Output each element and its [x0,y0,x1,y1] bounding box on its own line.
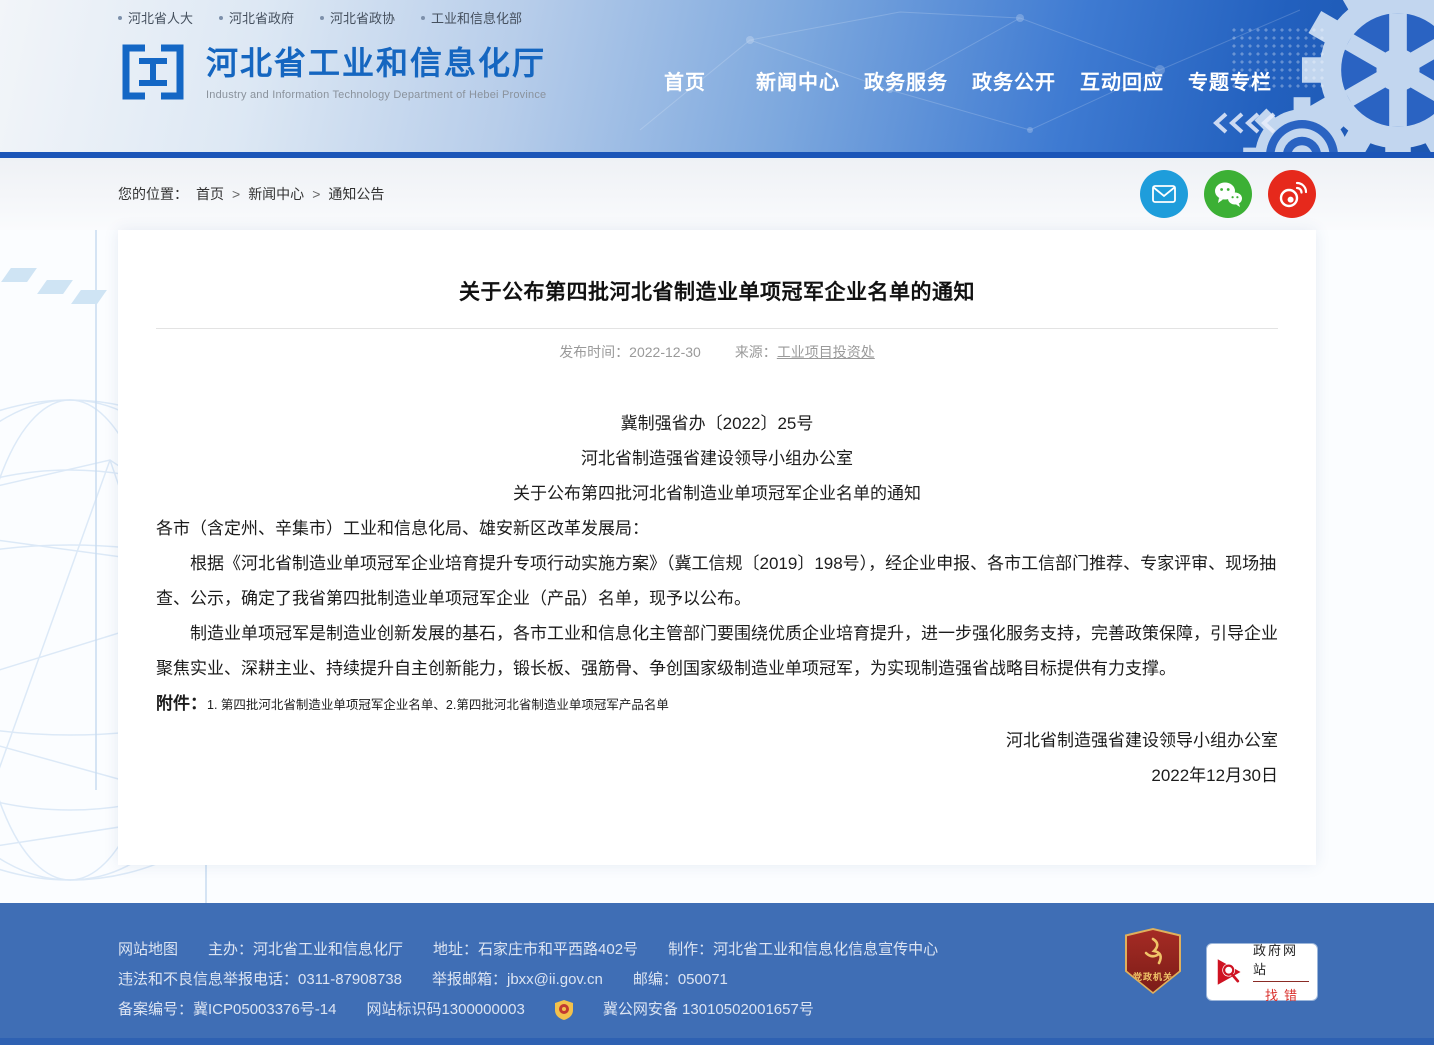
attachment-label: 附件： [156,694,207,713]
source-link[interactable]: 工业项目投资处 [777,344,875,360]
breadcrumb-separator: > [232,186,240,202]
watermark-diamond [71,290,107,304]
error-report-line1: 政府网站 [1253,940,1309,978]
footer-icp: 备案编号：冀ICP05003376号-14 [118,995,336,1025]
bullet-icon [320,16,324,20]
footer-line-1: 网站地图 主办：河北省工业和信息化厅 地址：石家庄市和平西路402号 制作：河北… [118,935,968,965]
weibo-share-button[interactable] [1268,170,1316,218]
bullet-icon [421,16,425,20]
brand-text: 河北省工业和信息化厅 Industry and Information Tech… [206,40,546,101]
top-link-label: 工业和信息化部 [431,8,522,27]
notice-article-card: 关于公布第四批河北省制造业单项冠军企业名单的通知 发布时间：2022-12-30… [118,230,1316,865]
bottom-strip [0,1038,1434,1045]
nav-topics[interactable]: 专题专栏 [1188,66,1272,95]
party-badge-label: 党政机关 [1127,970,1179,983]
error-report-magnifier-icon [1215,955,1246,989]
error-report-text: 政府网站 找错 [1253,940,1309,1004]
error-report-line2: 找错 [1265,985,1303,1004]
page-body: 关于公布第四批河北省制造业单项冠军企业名单的通知 发布时间：2022-12-30… [0,230,1434,903]
doc-salutation: 各市（含定州、辛集市）工业和信息化局、雄安新区改革发展局： [156,511,1278,546]
attachment-links[interactable]: 1. 第四批河北省制造业单项冠军企业名单、2.第四批河北省制造业单项冠军产品名单 [207,698,669,712]
site-title: 河北省工业和信息化厅 [206,46,546,81]
watermark-diamond [1,268,37,282]
nav-services[interactable]: 政务服务 [864,66,948,95]
party-government-badge: 党政机关 [1125,928,1181,994]
police-badge-icon [555,1000,573,1020]
site-footer: 网站地图 主办：河北省工业和信息化厅 地址：石家庄市和平西路402号 制作：河北… [0,903,1434,1038]
footer-report-email: 举报邮箱：jbxx@ii.gov.cn [432,965,603,995]
chevron-arrows-decoration [1212,112,1284,134]
top-link-label: 河北省政府 [229,8,294,27]
site-brand: 河北省工业和信息化厅 Industry and Information Tech… [118,40,546,104]
signature: 河北省制造强省建设领导小组办公室 [156,723,1278,758]
footer-site-code: 网站标识码1300000003 [366,995,524,1025]
footer-host: 主办：河北省工业和信息化厅 [208,935,403,965]
breadcrumb-separator: > [312,186,320,202]
watermark-line [95,230,97,790]
attachment-line: 附件：1. 第四批河北省制造业单项冠军企业名单、2.第四批河北省制造业单项冠军产… [156,686,1278,723]
top-link-label: 河北省政协 [330,8,395,27]
top-links-bar: 河北省人大 河北省政府 河北省政协 工业和信息化部 [118,8,522,27]
footer-report-phone: 违法和不良信息举报电话：0311-87908738 [118,965,402,995]
main-nav: 首页 新闻中心 政务服务 政务公开 互动回应 专题专栏 [664,66,1272,95]
site-subtitle: Industry and Information Technology Depa… [206,89,546,101]
breadcrumb-row: 您的位置： 首页 > 新闻中心 > 通知公告 [0,158,1434,230]
party-emblem-icon [1138,936,1168,966]
mail-icon [1150,180,1178,208]
breadcrumb-notices[interactable]: 通知公告 [328,184,384,204]
nav-disclosure[interactable]: 政务公开 [972,66,1056,95]
party-government-badge-inner: 党政机关 [1127,930,1179,992]
nav-home[interactable]: 首页 [664,66,706,95]
top-link-zhengfu[interactable]: 河北省政府 [219,8,294,27]
footer-info: 网站地图 主办：河北省工业和信息化厅 地址：石家庄市和平西路402号 制作：河北… [118,935,968,1025]
mail-share-button[interactable] [1140,170,1188,218]
breadcrumb-home[interactable]: 首页 [196,184,224,204]
bullet-icon [118,16,122,20]
watermark-diamond [37,280,73,294]
footer-producer: 制作：河北省工业和信息化信息宣传中心 [668,935,938,965]
footer-line-3: 备案编号：冀ICP05003376号-14 网站标识码1300000003 冀公… [118,995,968,1025]
publish-date: 发布时间：2022-12-30 [559,344,701,360]
footer-address: 地址：石家庄市和平西路402号 [433,935,638,965]
doc-paragraph: 制造业单项冠军是制造业创新发展的基石，各市工业和信息化主管部门要围绕优质企业培育… [156,616,1278,686]
error-report-divider [1253,981,1309,982]
top-link-label: 河北省人大 [128,8,193,27]
police-record-link[interactable]: 冀公网安备 13010502001657号 [603,995,814,1025]
signature-date: 2022年12月30日 [156,758,1278,793]
nav-interaction[interactable]: 互动回应 [1080,66,1164,95]
breadcrumb-label: 您的位置： [118,184,188,204]
weibo-icon [1277,180,1307,208]
doc-number: 冀制强省办〔2022〕25号 [156,406,1278,441]
article-meta: 发布时间：2022-12-30 来源：工业项目投资处 [118,342,1316,362]
source-label: 来源： [735,344,777,360]
wechat-icon [1213,180,1243,208]
site-header: 河北省人大 河北省政府 河北省政协 工业和信息化部 河北省工业和信息化厅 Ind… [0,0,1434,152]
share-buttons [1140,170,1316,218]
notice-body: 冀制强省办〔2022〕25号 河北省制造强省建设领导小组办公室 关于公布第四批河… [118,362,1316,793]
gov-site-error-report-badge[interactable]: 政府网站 找错 [1206,943,1318,1001]
doc-title: 关于公布第四批河北省制造业单项冠军企业名单的通知 [156,476,1278,511]
top-link-renda[interactable]: 河北省人大 [118,8,193,27]
footer-line-2: 违法和不良信息举报电话：0311-87908738 举报邮箱：jbxx@ii.g… [118,965,968,995]
sitemap-link[interactable]: 网站地图 [118,935,178,965]
wechat-share-button[interactable] [1204,170,1252,218]
breadcrumb-news[interactable]: 新闻中心 [248,184,304,204]
nav-news[interactable]: 新闻中心 [756,66,840,95]
doc-paragraph: 根据《河北省制造业单项冠军企业培育提升专项行动实施方案》（冀工信规〔2019〕1… [156,546,1278,616]
top-link-miit[interactable]: 工业和信息化部 [421,8,522,27]
footer-postcode: 邮编：050071 [633,965,728,995]
doc-issuer: 河北省制造强省建设领导小组办公室 [156,441,1278,476]
top-link-zhengxie[interactable]: 河北省政协 [320,8,395,27]
page-title: 关于公布第四批河北省制造业单项冠军企业名单的通知 [118,276,1316,306]
site-logo-icon [118,40,188,104]
bullet-icon [219,16,223,20]
title-divider [156,328,1278,329]
breadcrumb: 您的位置： 首页 > 新闻中心 > 通知公告 [118,184,384,204]
